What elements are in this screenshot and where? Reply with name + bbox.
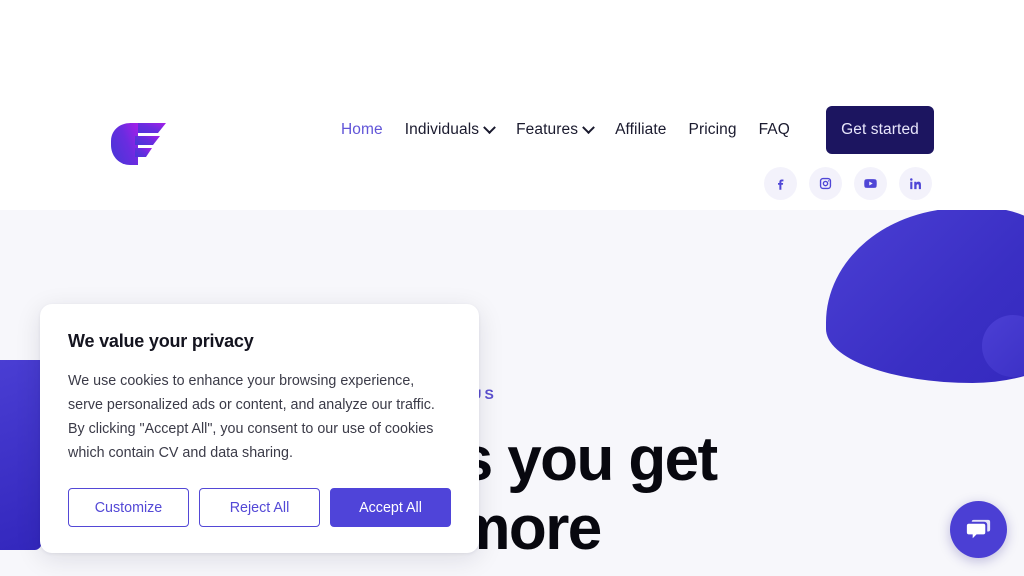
instagram-icon[interactable]: [809, 167, 842, 200]
nav-label-affiliate: Affiliate: [615, 121, 667, 138]
nav-label-pricing: Pricing: [688, 121, 737, 138]
customize-button[interactable]: Customize: [68, 488, 189, 527]
get-started-button[interactable]: Get started: [826, 106, 934, 154]
chevron-down-icon: [582, 120, 595, 134]
nav-link-affiliate[interactable]: Affiliate: [604, 117, 677, 143]
linkedin-icon[interactable]: [899, 167, 932, 200]
nav-link-faq[interactable]: FAQ: [748, 117, 801, 143]
nav-label-features: Features: [516, 121, 579, 138]
social-links: [764, 167, 932, 200]
youtube-icon[interactable]: [854, 167, 887, 200]
nav-label-faq: FAQ: [758, 121, 790, 138]
page-root: IME WITH US elps you get 3x more: [0, 0, 1024, 576]
chat-bubbles-icon: [966, 519, 991, 539]
cookie-banner-actions: Customize Reject All Accept All: [68, 488, 451, 527]
nav-link-features[interactable]: Features: [505, 117, 604, 143]
cookie-banner-title: We value your privacy: [68, 331, 254, 351]
chat-widget-button[interactable]: [950, 501, 1007, 558]
nav-label-individuals: Individuals: [404, 121, 480, 138]
reject-all-button[interactable]: Reject All: [199, 488, 320, 527]
cookie-consent-banner: We value your privacy We use cookies to …: [40, 304, 479, 553]
nav-link-home[interactable]: Home: [330, 117, 394, 143]
primary-nav: Home Individuals Features Affiliate Pric…: [330, 117, 801, 143]
facebook-icon[interactable]: [764, 167, 797, 200]
wing-f-logo[interactable]: [108, 119, 170, 171]
nav-label-home: Home: [341, 121, 383, 138]
nav-link-individuals[interactable]: Individuals: [394, 117, 505, 143]
site-header: Home Individuals Features Affiliate Pric…: [0, 0, 1024, 210]
chevron-down-icon: [483, 120, 496, 134]
cookie-banner-body: We use cookies to enhance your browsing …: [68, 373, 435, 461]
accept-all-button[interactable]: Accept All: [330, 488, 451, 527]
nav-link-pricing[interactable]: Pricing: [678, 117, 748, 143]
